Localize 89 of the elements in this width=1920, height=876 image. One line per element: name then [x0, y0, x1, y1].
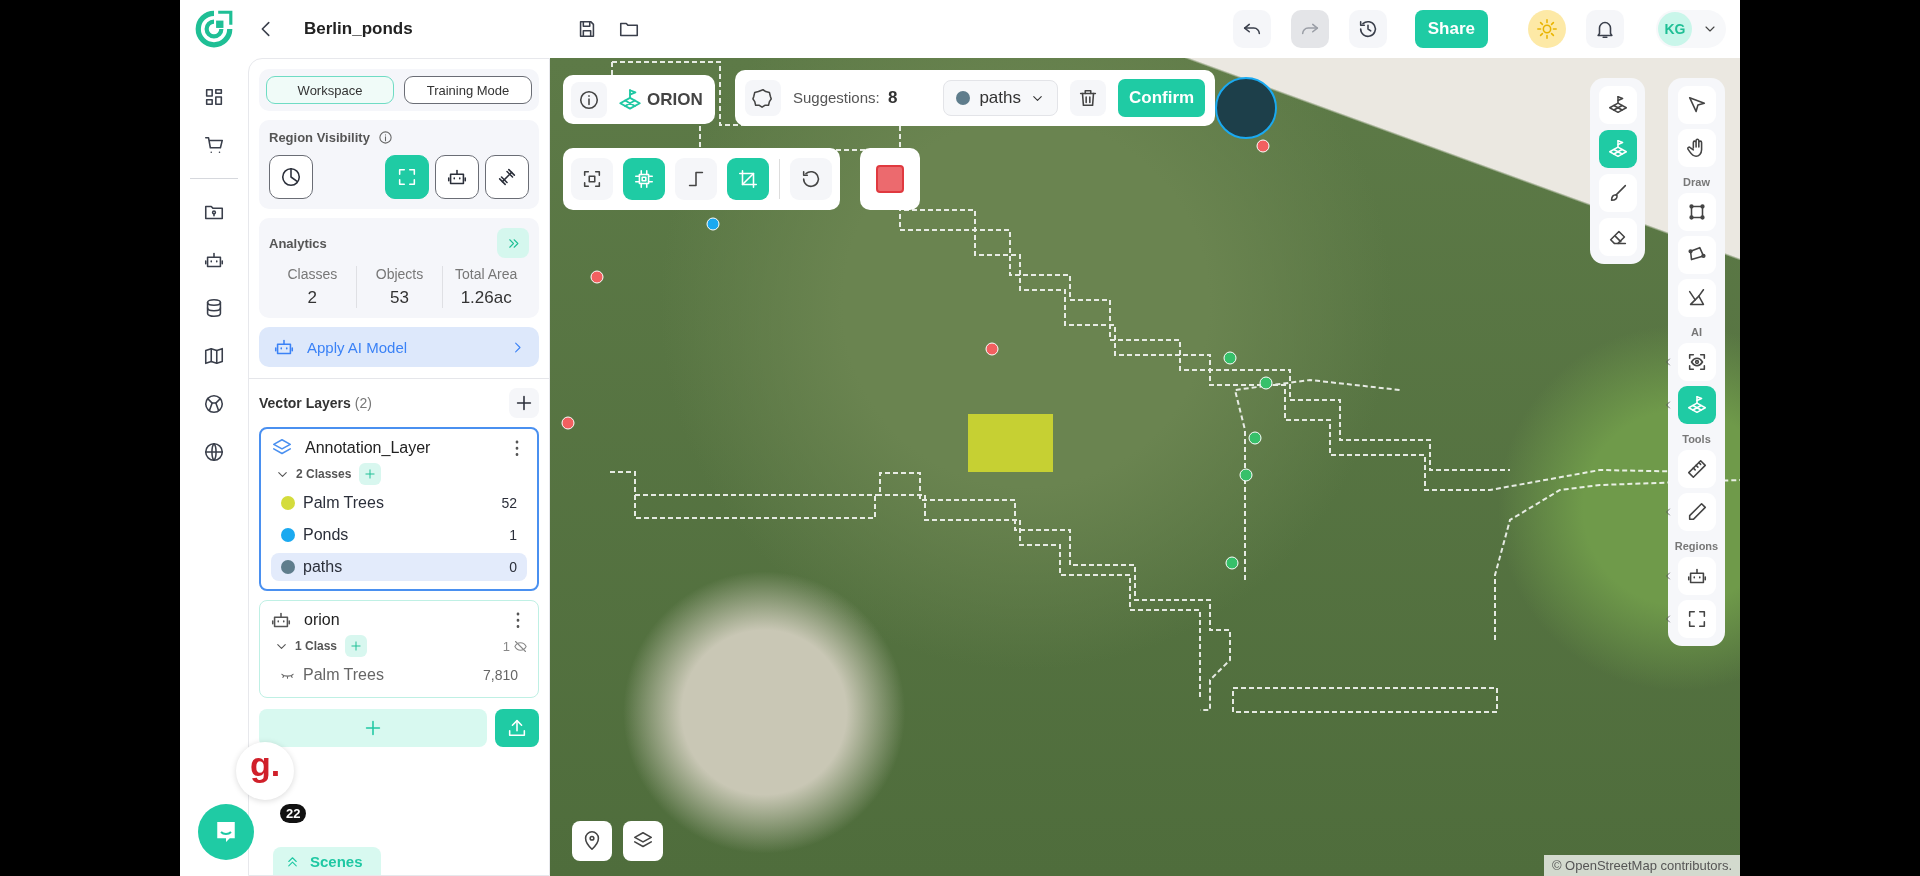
shape-button[interactable] [745, 80, 781, 116]
region-toggle[interactable] [269, 155, 313, 199]
class-row[interactable]: Ponds 1 [271, 521, 527, 549]
rotate-icon [800, 168, 822, 190]
mode-tab[interactable]: Workspace [266, 76, 394, 104]
side-tool-button[interactable] [1598, 218, 1637, 256]
grid-icon [203, 86, 225, 108]
add-layer-button[interactable] [509, 388, 539, 418]
toolbar-group-title: AI [1691, 326, 1702, 338]
side-tool-button[interactable] [1598, 174, 1637, 212]
project-title: Berlin_ponds [304, 19, 413, 39]
section-title: Vector Layers (2) [259, 395, 372, 411]
flag-grid-icon [1606, 94, 1629, 116]
layers-button[interactable] [623, 821, 663, 861]
class-row[interactable]: Palm Trees 7,810 [270, 661, 528, 689]
avatar: KG [1658, 12, 1692, 46]
stat-label: Objects [375, 266, 424, 282]
toolbar-button[interactable] [1677, 236, 1716, 274]
plus-icon [363, 467, 378, 481]
side-tool-button[interactable] [1598, 86, 1637, 124]
stat-value: 53 [390, 288, 409, 308]
class-count: 1 Class [295, 639, 338, 653]
toolbar-button[interactable] [1677, 343, 1716, 381]
chip-icon [633, 168, 655, 190]
more-icon [516, 612, 520, 628]
toolbar-button[interactable] [1677, 557, 1716, 595]
stat-value: 2 [307, 288, 318, 308]
plus-icon [349, 639, 364, 653]
toolbar-button[interactable] [1677, 450, 1716, 488]
location-button[interactable] [572, 821, 612, 861]
info-icon [578, 88, 600, 111]
pie-chart-icon [280, 166, 302, 188]
cart-icon [203, 134, 225, 156]
undo-button[interactable] [1232, 10, 1271, 48]
layer-name: Annotation_Layer [305, 439, 432, 457]
mode-tab[interactable]: Training Mode [404, 76, 532, 104]
delete-button[interactable] [1069, 80, 1106, 116]
focus-frame-icon [581, 168, 603, 190]
region-toggle[interactable] [385, 155, 429, 199]
section-title: Region Visibility [269, 130, 370, 145]
eye-off-icon [513, 638, 528, 654]
suggestions-count: Suggestions: 8 [793, 88, 898, 108]
toolbar-group-title: Regions [1674, 540, 1719, 552]
toolbar-button[interactable] [1677, 86, 1716, 124]
flag-grid-icon [1685, 394, 1708, 416]
map-attribution: © OpenStreetMap contributors. [1543, 855, 1740, 876]
section-title: Analytics [269, 235, 327, 251]
layer-card[interactable]: orion 1 Class 1 Palm Trees 7,810 [259, 600, 539, 698]
class-row[interactable]: paths 0 [271, 553, 527, 581]
more-icon [515, 440, 519, 456]
toolbar-button[interactable] [1677, 129, 1716, 167]
polygon-outline-icon [752, 87, 774, 109]
map-tool-button[interactable] [790, 158, 832, 200]
crop-icon [737, 168, 759, 190]
stat-label: Total Area [455, 266, 518, 282]
sun-icon [1536, 18, 1558, 40]
class-count: 2 Classes [296, 467, 352, 481]
sphere-icon [203, 393, 225, 415]
dumbbell-icon [496, 166, 518, 188]
class-select[interactable]: paths [943, 80, 1058, 116]
ruler-icon [1685, 458, 1708, 480]
flag-grid-icon [1606, 138, 1629, 160]
layer-name: orion [304, 611, 341, 629]
frame-corners-icon [396, 166, 418, 188]
class-row[interactable]: Palm Trees 52 [271, 489, 527, 517]
map-tool-button[interactable] [675, 158, 717, 200]
toolbar-group-title: Draw [1683, 176, 1710, 188]
extension-badge[interactable]: g. [236, 742, 294, 800]
toolbar-button[interactable] [1677, 279, 1716, 317]
stat-label: Classes [287, 266, 338, 282]
map-icon [203, 345, 225, 367]
stat-value: 1.26ac [460, 288, 512, 308]
upload-icon [506, 717, 528, 739]
notifications-button[interactable] [1586, 10, 1624, 48]
toolbar-group-title: Tools [1682, 433, 1711, 445]
hidden-count: 1 [502, 638, 510, 654]
info-button[interactable] [571, 81, 607, 118]
region-toggle[interactable] [485, 155, 529, 199]
globe-icon [203, 441, 225, 463]
model-label: ORION [617, 86, 703, 113]
layer-card[interactable]: Annotation_Layer 2 Classes Palm Trees 52 Ponds 1 paths 0 [259, 427, 539, 591]
info-icon [377, 130, 393, 145]
toolbar-button[interactable] [1677, 493, 1716, 531]
history-button[interactable] [1348, 10, 1387, 48]
logo-icon [193, 8, 235, 50]
map-tool-button[interactable] [571, 158, 613, 200]
toolbar-button[interactable] [1677, 193, 1716, 231]
region-toggle[interactable] [435, 155, 479, 199]
toolbar-button[interactable] [1677, 600, 1716, 638]
